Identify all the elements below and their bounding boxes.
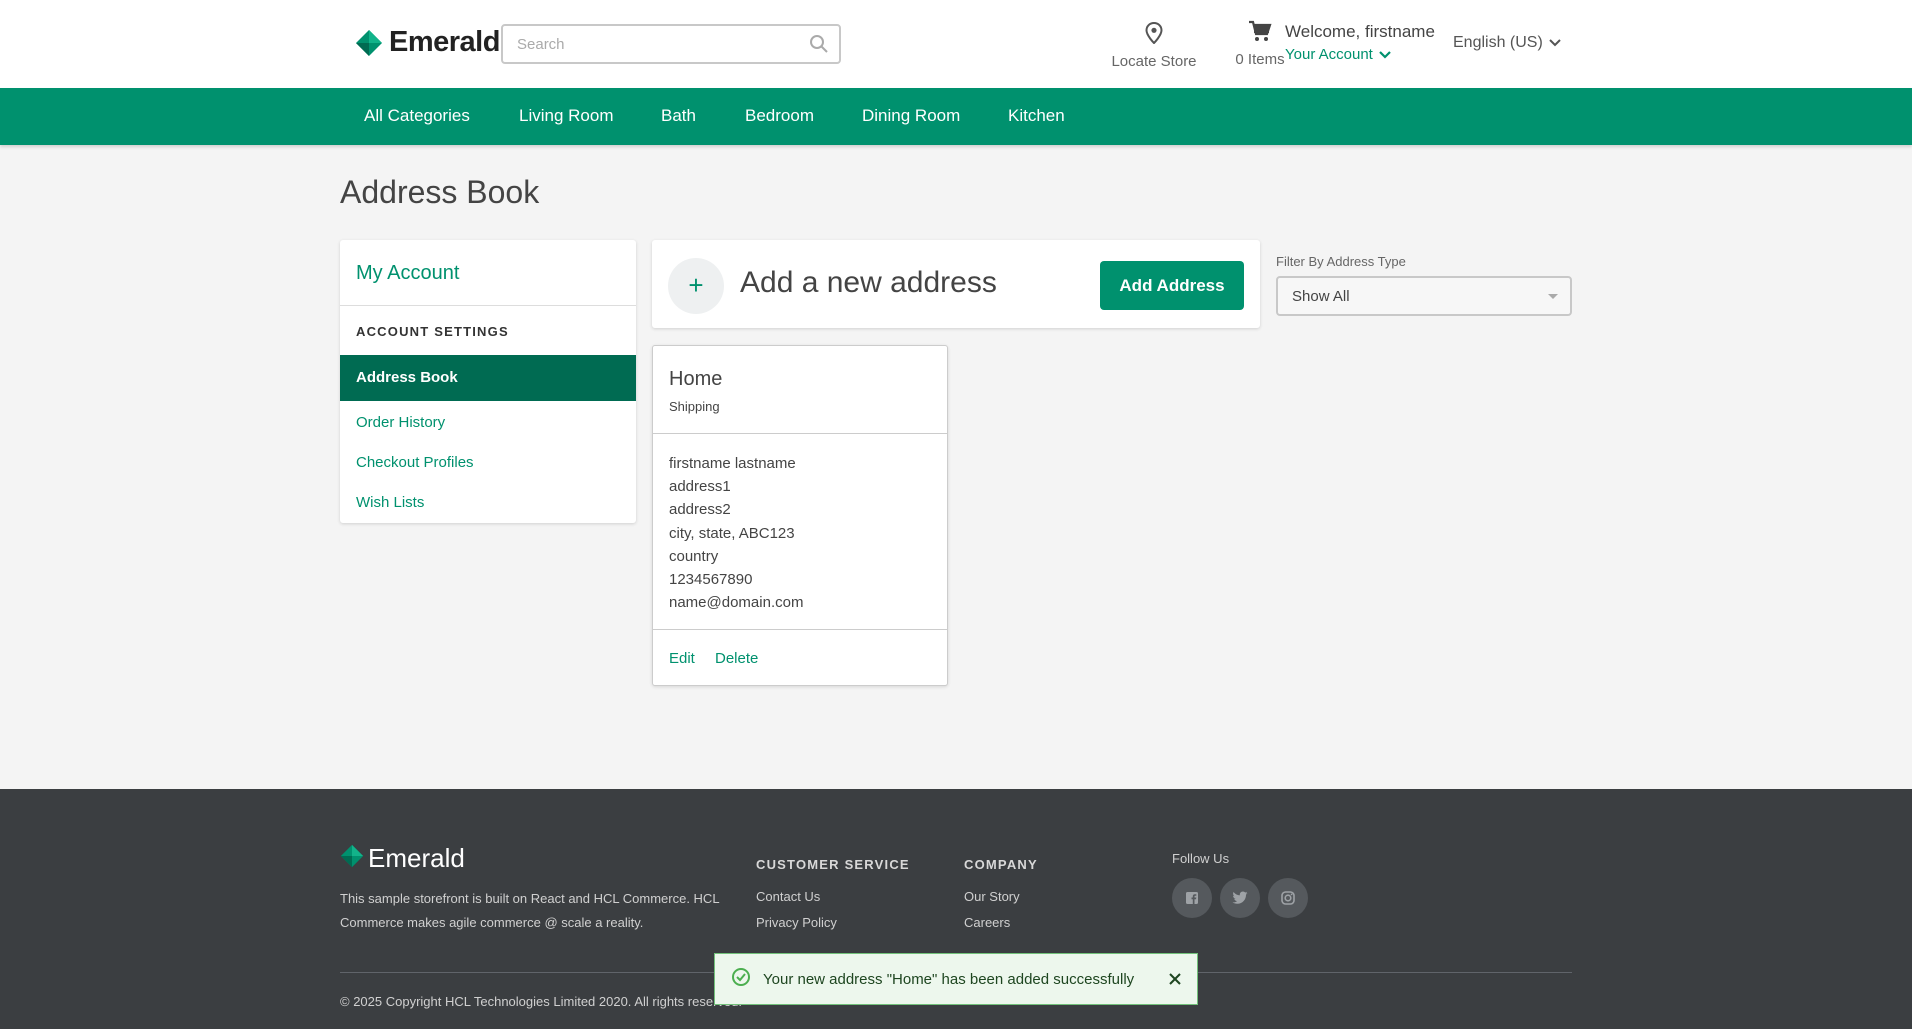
address-lines: firstname lastname address1 address2 cit… [669, 452, 803, 614]
cart-icon [1248, 20, 1272, 46]
sidebar-item-wish-lists[interactable]: Wish Lists [356, 494, 424, 511]
company-heading: COMPANY [964, 857, 1038, 872]
brand-logo[interactable]: Emerald [355, 26, 500, 59]
chevron-down-icon [1379, 50, 1391, 59]
nav-item-all-categories[interactable]: All Categories [364, 106, 470, 126]
address-type: Shipping [669, 399, 720, 414]
address-line: country [669, 547, 719, 565]
filter-label: Filter By Address Type [1276, 254, 1406, 269]
language-selector[interactable]: English (US) [1453, 34, 1561, 52]
select-value: Show All [1292, 288, 1350, 305]
nav-item-living-room[interactable]: Living Room [519, 106, 614, 126]
sidebar-item-order-history[interactable]: Order History [356, 414, 445, 431]
footer-link-privacy-policy[interactable]: Privacy Policy [756, 915, 837, 930]
add-address-panel: + Add a new address Add Address [652, 240, 1260, 328]
sidebar-item-address-book[interactable]: Address Book [340, 355, 636, 401]
address-line: address1 [669, 478, 731, 496]
emerald-gem-icon [355, 29, 383, 57]
my-account-link[interactable]: My Account [356, 262, 459, 285]
nav-item-bath[interactable]: Bath [661, 106, 696, 126]
locate-store-link[interactable]: Locate Store [1108, 21, 1200, 70]
address-line: name@domain.com [669, 594, 804, 612]
page-title: Address Book [340, 174, 540, 210]
success-toast: Your new address "Home" has been added s… [714, 953, 1198, 1005]
instagram-icon[interactable] [1268, 878, 1308, 918]
delete-address-link[interactable]: Delete [715, 650, 758, 667]
copyright-text: © 2025 Copyright HCL Technologies Limite… [340, 994, 742, 1009]
footer-link-contact-us[interactable]: Contact Us [756, 889, 820, 904]
your-account-label: Your Account [1285, 46, 1373, 63]
address-line: address2 [669, 501, 731, 519]
your-account-dropdown[interactable]: Your Account [1285, 46, 1435, 63]
add-address-heading: Add a new address [740, 266, 997, 299]
account-sidebar: My Account ACCOUNT SETTINGS Address Book… [340, 240, 636, 523]
search-icon[interactable] [809, 34, 829, 59]
footer-brand-name: Emerald [368, 843, 465, 873]
add-address-button[interactable]: Add Address [1100, 261, 1244, 310]
address-nickname: Home [669, 368, 723, 390]
language-label: English (US) [1453, 34, 1543, 51]
search-box [501, 24, 841, 64]
nav-item-dining-room[interactable]: Dining Room [862, 106, 960, 126]
nav-item-bedroom[interactable]: Bedroom [745, 106, 814, 126]
facebook-icon[interactable] [1172, 878, 1212, 918]
address-line: 1234567890 [669, 571, 753, 589]
footer-link-careers[interactable]: Careers [964, 915, 1010, 930]
emerald-gem-icon [340, 844, 364, 873]
toast-message: Your new address "Home" has been added s… [763, 970, 1135, 988]
site-header: Emerald Locate Store 0 Items Welcome, fi… [0, 0, 1912, 88]
category-nav: All Categories Living Room Bath Bedroom … [0, 88, 1912, 145]
twitter-icon[interactable] [1220, 878, 1260, 918]
address-line: city, state, ABC123 [669, 524, 795, 542]
location-pin-icon [1145, 21, 1163, 48]
welcome-text: Welcome, firstname [1285, 22, 1435, 41]
account-menu: Welcome, firstname Your Account [1285, 22, 1435, 63]
divider [653, 433, 947, 434]
address-card: Home Shipping firstname lastname address… [652, 345, 948, 686]
footer-description: This sample storefront is built on React… [340, 891, 720, 930]
address-type-filter: Filter By Address Type Show All [1276, 254, 1572, 316]
search-input[interactable] [517, 26, 797, 62]
account-settings-heading: ACCOUNT SETTINGS [356, 324, 509, 339]
sidebar-item-checkout-profiles[interactable]: Checkout Profiles [356, 454, 474, 471]
dropdown-caret-icon [1548, 294, 1558, 299]
divider [340, 305, 636, 306]
address-line: firstname lastname [669, 455, 796, 472]
footer-brand-logo[interactable]: Emerald [340, 843, 465, 874]
locate-store-label: Locate Store [1111, 53, 1197, 70]
nav-item-kitchen[interactable]: Kitchen [1008, 106, 1065, 126]
close-icon[interactable] [1167, 971, 1183, 992]
edit-address-link[interactable]: Edit [669, 650, 695, 667]
address-type-select[interactable]: Show All [1276, 276, 1572, 316]
footer-link-our-story[interactable]: Our Story [964, 889, 1020, 904]
chevron-down-icon [1549, 39, 1561, 47]
customer-service-heading: CUSTOMER SERVICE [756, 857, 910, 872]
follow-us-heading: Follow Us [1172, 851, 1230, 866]
divider [653, 629, 947, 630]
add-plus-button[interactable]: + [668, 258, 724, 314]
brand-name: Emerald [389, 26, 500, 58]
check-circle-icon [731, 967, 751, 992]
